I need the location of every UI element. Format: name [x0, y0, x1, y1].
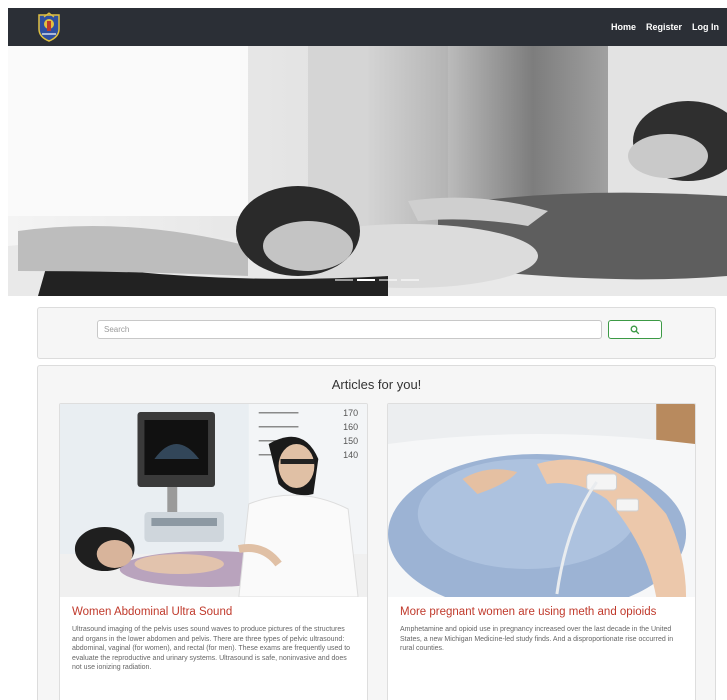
- article-image-pregnancy: [388, 404, 695, 597]
- nav-login-link[interactable]: Log In: [692, 22, 719, 32]
- article-body: More pregnant women are using meth and o…: [388, 597, 695, 663]
- svg-text:150: 150: [343, 436, 358, 446]
- nav-home-link[interactable]: Home: [611, 22, 636, 32]
- article-excerpt: Amphetamine and opioid use in pregnancy …: [400, 626, 674, 652]
- nav-register-link[interactable]: Register: [646, 22, 682, 32]
- hero-image: [8, 46, 727, 296]
- carousel-indicator-2[interactable]: [357, 279, 375, 281]
- hero-carousel[interactable]: [8, 46, 727, 296]
- carousel-indicators: [335, 279, 419, 281]
- article-card-pregnancy[interactable]: More pregnant women are using meth and o…: [387, 403, 696, 700]
- carousel-indicator-1[interactable]: [335, 279, 353, 281]
- article-image-ultrasound: 170 160 150 140: [60, 404, 367, 597]
- crest-logo-icon[interactable]: [36, 12, 62, 42]
- carousel-indicator-3[interactable]: [379, 279, 397, 281]
- article-title[interactable]: Women Abdominal Ultra Sound: [72, 606, 355, 619]
- nav-links: Home Register Log In: [611, 22, 719, 32]
- articles-panel: Articles for you! 170 160 150 140 Women …: [37, 365, 716, 700]
- svg-text:140: 140: [343, 450, 358, 460]
- svg-text:170: 170: [343, 408, 358, 418]
- svg-text:160: 160: [343, 422, 358, 432]
- carousel-indicator-4[interactable]: [401, 279, 419, 281]
- article-title[interactable]: More pregnant women are using meth and o…: [400, 606, 683, 619]
- articles-heading: Articles for you!: [331, 377, 422, 392]
- article-body: Women Abdominal Ultra Sound Ultrasound i…: [60, 597, 367, 682]
- top-navbar: Home Register Log In: [8, 8, 727, 46]
- article-excerpt: Ultrasound imaging of the pelvis uses so…: [72, 626, 351, 671]
- search-icon: [630, 325, 640, 334]
- search-button[interactable]: [608, 320, 662, 339]
- article-card-ultrasound[interactable]: 170 160 150 140 Women Abdominal Ultra So…: [59, 403, 368, 700]
- search-input[interactable]: [97, 320, 602, 339]
- page: Home Register Log In Search Articles for…: [0, 0, 727, 700]
- search-panel: [37, 307, 716, 359]
